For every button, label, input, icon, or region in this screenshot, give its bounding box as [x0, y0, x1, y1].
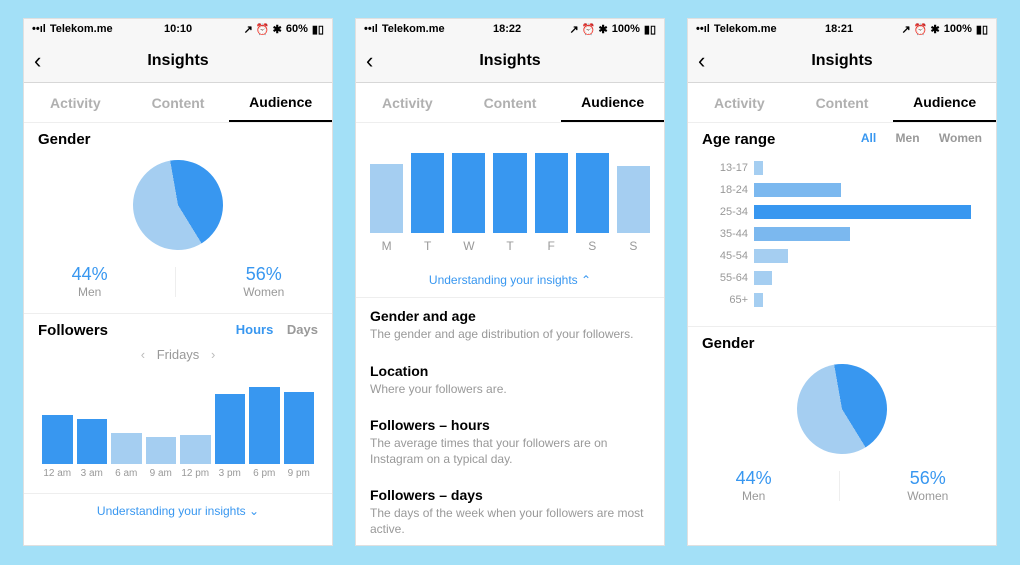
men-pct: 44% [72, 264, 108, 285]
filter-men[interactable]: Men [896, 131, 920, 145]
filter-all[interactable]: All [861, 131, 876, 145]
age-range-chart: 13-17 18-24 25-34 35-44 45-54 55-64 65+ [702, 158, 982, 310]
legend-separator [175, 267, 176, 297]
tab-activity[interactable]: Activity [356, 83, 459, 122]
followers-section: Followers Hours Days ‹ Fridays › [24, 314, 332, 493]
men-pct: 44% [736, 468, 772, 489]
status-bar: ••ıl Telekom.me 10:10 ↗ ⏰ ✱ 60% ▮▯ [24, 19, 332, 39]
gender-title: Gender [38, 131, 318, 148]
page-title: Insights [811, 52, 872, 70]
bar-tue [411, 153, 444, 233]
battery-icon: ▮▯ [976, 23, 988, 36]
status-time: 10:10 [164, 23, 192, 35]
signal-icon: ••ıl [32, 23, 46, 35]
women-label: Women [907, 489, 948, 503]
weekly-bar-chart [356, 123, 664, 233]
battery-label: 100% [944, 23, 972, 35]
tab-bar: Activity Content Audience [356, 83, 664, 123]
bar-mon [370, 164, 403, 233]
signal-icon: ••ıl [364, 23, 378, 35]
tab-content[interactable]: Content [459, 83, 562, 122]
women-pct: 56% [907, 468, 948, 489]
status-icons: ↗ ⏰ ✱ [570, 23, 608, 36]
carrier-label: Telekom.me [382, 23, 445, 35]
tab-audience[interactable]: Audience [893, 83, 996, 122]
prev-day-icon[interactable]: ‹ [133, 347, 153, 362]
selected-day: Fridays [157, 347, 200, 362]
understanding-link[interactable]: Understanding your insights ⌃ [356, 263, 664, 297]
bar-6pm [249, 387, 280, 464]
info-followers-days: Followers – days The days of the week wh… [356, 477, 664, 545]
tab-activity[interactable]: Activity [688, 83, 791, 122]
age-range-title: Age range All Men Women [702, 131, 982, 148]
page-title: Insights [147, 52, 208, 70]
gender-section: Gender 44% Men 56% Women [688, 327, 996, 517]
tab-activity[interactable]: Activity [24, 83, 127, 122]
women-pct: 56% [243, 264, 284, 285]
info-location: Location Where your followers are. [356, 353, 664, 408]
status-time: 18:22 [493, 23, 521, 35]
next-day-icon[interactable]: › [203, 347, 223, 362]
tab-content[interactable]: Content [791, 83, 894, 122]
men-label: Men [72, 285, 108, 299]
bar-sun [617, 166, 650, 233]
toggle-days[interactable]: Days [287, 322, 318, 337]
men-label: Men [736, 489, 772, 503]
tab-bar: Activity Content Audience [688, 83, 996, 123]
understanding-link[interactable]: Understanding your insights ⌄ [24, 494, 332, 528]
back-icon[interactable]: ‹ [366, 48, 373, 74]
tab-audience[interactable]: Audience [561, 83, 664, 122]
battery-icon: ▮▯ [312, 23, 324, 36]
page-header: ‹ Insights [356, 39, 664, 83]
tab-audience[interactable]: Audience [229, 83, 332, 122]
status-bar: ••ıl Telekom.me 18:22 ↗ ⏰ ✱ 100% ▮▯ [356, 19, 664, 39]
bar-sat [576, 153, 609, 233]
bar-6am [111, 433, 142, 465]
page-header: ‹ Insights [688, 39, 996, 83]
bar-12am [42, 415, 73, 465]
bar-9am [146, 437, 177, 464]
toggle-hours[interactable]: Hours [236, 322, 274, 337]
gender-title: Gender [702, 335, 982, 352]
battery-icon: ▮▯ [644, 23, 656, 36]
day-selector: ‹ Fridays › [38, 347, 318, 362]
battery-label: 100% [612, 23, 640, 35]
carrier-label: Telekom.me [50, 23, 113, 35]
women-label: Women [243, 285, 284, 299]
page-title: Insights [479, 52, 540, 70]
carrier-label: Telekom.me [714, 23, 777, 35]
info-followers-hours: Followers – hours The average times that… [356, 407, 664, 477]
page-header: ‹ Insights [24, 39, 332, 83]
bar-wed [452, 153, 485, 233]
status-time: 18:21 [825, 23, 853, 35]
age-range-section: Age range All Men Women 13-17 18-24 25-3… [688, 123, 996, 326]
tab-content[interactable]: Content [127, 83, 230, 122]
back-icon[interactable]: ‹ [698, 48, 705, 74]
bar-9pm [284, 392, 315, 464]
gender-pie-chart [790, 357, 894, 461]
hourly-bar-chart [38, 374, 318, 464]
tab-bar: Activity Content Audience [24, 83, 332, 123]
status-bar: ••ıl Telekom.me 18:21 ↗ ⏰ ✱ 100% ▮▯ [688, 19, 996, 39]
status-icons: ↗ ⏰ ✱ [244, 23, 282, 36]
bar-3pm [215, 394, 246, 464]
filter-women[interactable]: Women [939, 131, 982, 145]
legend-separator [839, 471, 840, 501]
bar-3am [77, 419, 108, 464]
phone-screen-3: ••ıl Telekom.me 18:21 ↗ ⏰ ✱ 100% ▮▯ ‹ In… [687, 18, 997, 546]
battery-label: 60% [286, 23, 308, 35]
back-icon[interactable]: ‹ [34, 48, 41, 74]
bar-thu [493, 153, 526, 233]
bar-12pm [180, 435, 211, 464]
phone-screen-2: ••ıl Telekom.me 18:22 ↗ ⏰ ✱ 100% ▮▯ ‹ In… [355, 18, 665, 546]
status-icons: ↗ ⏰ ✱ [902, 23, 940, 36]
phone-screen-1: ••ıl Telekom.me 10:10 ↗ ⏰ ✱ 60% ▮▯ ‹ Ins… [23, 18, 333, 546]
gender-section: Gender 44% Men 56% Women [24, 123, 332, 313]
signal-icon: ••ıl [696, 23, 710, 35]
followers-title: Followers Hours Days [38, 322, 318, 339]
bar-fri [535, 153, 568, 233]
gender-pie-chart [126, 153, 230, 257]
info-gender-age: Gender and age The gender and age distri… [356, 298, 664, 353]
